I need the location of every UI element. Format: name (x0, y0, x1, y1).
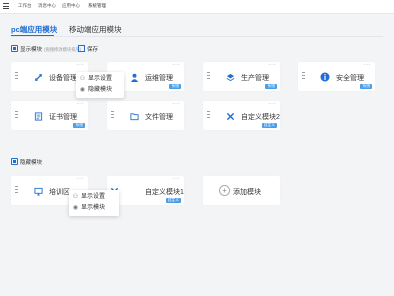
system-badge: 系统 (265, 84, 277, 89)
drag-handle-icon[interactable] (15, 111, 18, 120)
module-card-safety[interactable]: ··· 安全管理 系统 (298, 62, 375, 91)
hidden-section-title: 隐藏模块 (20, 160, 43, 166)
more-icon[interactable]: ··· (173, 62, 181, 68)
custom-badge: 自定义 (165, 198, 181, 203)
nav-item-apps[interactable]: 应用中心 (62, 3, 80, 9)
drag-handle-icon[interactable] (207, 72, 210, 81)
add-module-card[interactable]: + 添加模块 (203, 176, 280, 205)
more-icon[interactable]: ··· (77, 101, 85, 107)
module-card-files[interactable]: ··· 文件管理 (107, 101, 184, 130)
folder-icon (129, 111, 139, 121)
module-options-popup: ⚇ 显示设置 ◉ 隐藏模块 (76, 72, 124, 98)
tools-icon (225, 111, 235, 121)
drag-handle-icon[interactable] (111, 111, 114, 120)
popup-show-module[interactable]: ◉ 显示模块 (72, 203, 116, 214)
eye-icon: ◉ (79, 87, 86, 93)
popup-display-settings[interactable]: ⚇ 显示设置 (72, 192, 116, 203)
save-label: 保存 (87, 47, 99, 53)
more-icon[interactable]: ··· (77, 176, 85, 182)
certificate-icon (33, 111, 43, 121)
top-navigation-bar: 工作台 消息中心 应用中心 系统管理 (0, 0, 394, 14)
tab-mobile-modules[interactable]: 移动端应用模块 (69, 24, 122, 35)
hidden-section-header: 隐藏模块 (11, 158, 42, 166)
more-icon[interactable]: ··· (173, 101, 181, 107)
save-icon (78, 45, 85, 52)
hidden-module-options-popup: ⚇ 显示设置 ◉ 显示模块 (69, 190, 119, 216)
menu-icon[interactable] (3, 3, 9, 9)
layers-icon (225, 72, 235, 82)
more-icon[interactable]: ··· (77, 62, 85, 68)
module-label: 证书管理 (49, 114, 77, 121)
tabs-divider (11, 36, 383, 37)
module-label: 生产管理 (241, 75, 269, 82)
module-label: 安全管理 (336, 75, 364, 82)
add-module-label: 添加模块 (233, 189, 261, 196)
wrench-icon (33, 72, 43, 82)
system-badge: 系统 (360, 84, 372, 89)
more-icon[interactable]: ··· (173, 176, 181, 182)
tab-pc-modules[interactable]: pc端应用模块 (11, 24, 57, 35)
custom-badge: 自定义 (261, 123, 277, 128)
nav-item-workbench[interactable]: 工作台 (18, 3, 32, 9)
info-icon (320, 72, 330, 82)
user-icon (129, 72, 139, 82)
system-badge: 系统 (169, 84, 181, 89)
monitor-icon (33, 186, 43, 196)
section-icon (11, 45, 18, 52)
module-label: 运维管理 (145, 75, 173, 82)
eye-icon: ◉ (72, 205, 79, 211)
display-section-header: 显示模块 (拖拽修改模块排序) (11, 45, 81, 53)
drag-handle-icon[interactable] (302, 72, 305, 81)
popup-display-settings[interactable]: ⚇ 显示设置 (79, 74, 121, 85)
drag-handle-icon[interactable] (15, 186, 18, 195)
save-button[interactable]: 保存 (78, 45, 98, 53)
plus-icon: + (219, 185, 230, 196)
drag-handle-icon[interactable] (15, 72, 18, 81)
drag-handle-icon[interactable] (207, 111, 210, 120)
module-label: 自定义模块1 (145, 189, 184, 196)
nav-item-system[interactable]: 系统管理 (88, 3, 106, 9)
nav-item-messages[interactable]: 消息中心 (38, 3, 56, 9)
display-section-hint: (拖拽修改模块排序) (44, 47, 82, 52)
person-icon: ⚇ (79, 76, 86, 82)
display-section-title: 显示模块 (20, 47, 43, 53)
section-icon (11, 158, 18, 165)
more-icon[interactable]: ··· (269, 101, 277, 107)
module-label: 自定义模块2 (241, 114, 280, 121)
module-card-production[interactable]: ··· 生产管理 系统 (203, 62, 280, 91)
more-icon[interactable]: ··· (364, 62, 372, 68)
module-label: 培训区 (49, 189, 70, 196)
more-icon[interactable]: ··· (269, 62, 277, 68)
popup-hide-module[interactable]: ◉ 隐藏模块 (79, 85, 121, 96)
module-card-certificates[interactable]: ··· 证书管理 系统 (11, 101, 88, 130)
person-icon: ⚇ (72, 194, 79, 200)
module-label: 文件管理 (145, 114, 173, 121)
module-label: 设备管理 (49, 75, 77, 82)
system-badge: 系统 (73, 123, 85, 128)
module-card-custom-2[interactable]: ··· 自定义模块2 自定义 (203, 101, 280, 130)
